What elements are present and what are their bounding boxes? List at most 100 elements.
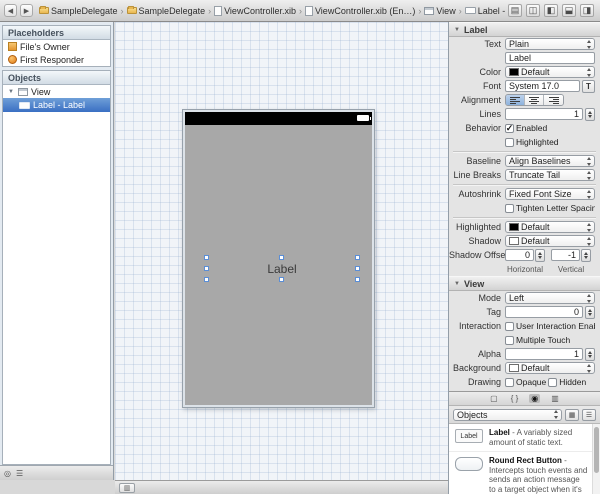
lines-field[interactable]: 1 xyxy=(505,108,583,120)
font-panel-button[interactable]: T xyxy=(582,80,595,93)
enabled-checkbox[interactable]: ✓ xyxy=(505,124,514,133)
disclosure-triangle-icon[interactable]: ▼ xyxy=(8,89,15,95)
align-left-segment[interactable] xyxy=(506,95,525,105)
device-view-window[interactable]: Label xyxy=(182,109,375,408)
library-scrollbar[interactable] xyxy=(592,424,600,494)
label-section-header[interactable]: ▼ Label xyxy=(449,22,600,37)
files-owner-icon xyxy=(8,42,17,51)
user-interaction-checkbox[interactable] xyxy=(505,322,514,331)
line-breaks-row: Line Breaks Truncate Tail xyxy=(449,168,600,182)
label-text-field[interactable]: Label xyxy=(505,52,595,64)
outline-list-icon[interactable]: ☰ xyxy=(16,469,23,478)
sidebar-item-first-responder[interactable]: First Responder xyxy=(3,53,110,66)
file-template-library-icon[interactable]: ▢ xyxy=(488,394,500,403)
shadow-color-popup[interactable]: Default xyxy=(505,235,595,247)
alpha-stepper[interactable] xyxy=(585,348,595,361)
grid-view-button[interactable]: ▦ xyxy=(565,409,579,421)
view-surface[interactable]: Label xyxy=(185,112,372,405)
outline-filter-bar: ◎ ☰ xyxy=(0,465,113,480)
alignment-row: Alignment xyxy=(449,93,600,107)
font-field[interactable]: System 17.0 xyxy=(505,80,580,92)
highlighted-color-popup[interactable]: Default xyxy=(505,221,595,233)
resize-handle[interactable] xyxy=(204,277,209,282)
design-canvas[interactable]: Label xyxy=(115,22,448,480)
resize-handle[interactable] xyxy=(355,255,360,260)
library-item-round-rect-button[interactable]: Round Rect Button - Intercepts touch eve… xyxy=(449,452,600,494)
shadow-offset-vertical-field[interactable]: -1 xyxy=(551,249,580,261)
scrollbar-thumb[interactable] xyxy=(594,427,599,473)
filter-icon[interactable]: ◎ xyxy=(4,469,11,478)
sidebar-item-view[interactable]: ▼ View xyxy=(3,85,110,98)
tag-field[interactable]: 0 xyxy=(505,306,583,318)
resize-handle[interactable] xyxy=(355,277,360,282)
divider xyxy=(453,184,596,185)
resize-handle[interactable] xyxy=(204,255,209,260)
code-snippet-library-icon[interactable]: { } xyxy=(509,394,521,403)
multiple-touch-checkbox[interactable] xyxy=(505,336,514,345)
align-right-segment[interactable] xyxy=(544,95,563,105)
resize-handle[interactable] xyxy=(355,266,360,271)
breadcrumb-project[interactable]: SampleDelegate xyxy=(39,6,118,16)
align-center-icon xyxy=(529,96,539,104)
utilities-panel: ▼ Label Text Plain Label Color Default xyxy=(448,22,600,494)
background-color-swatch xyxy=(509,364,519,372)
status-bar xyxy=(185,112,372,125)
forward-button[interactable]: ▶ xyxy=(20,4,33,17)
highlighted-color-row: Highlighted Default xyxy=(449,220,600,234)
shadow-offset-horizontal-stepper[interactable] xyxy=(535,249,545,262)
popup-arrows-icon xyxy=(586,156,593,167)
resize-handle[interactable] xyxy=(204,266,209,271)
resize-handle[interactable] xyxy=(279,277,284,282)
list-view-button[interactable]: ☰ xyxy=(582,409,596,421)
sidebar-item-label[interactable]: Label - Label xyxy=(3,98,110,112)
editor-assistant-button[interactable]: ◫ xyxy=(526,4,540,17)
editor-standard-button[interactable]: ▤ xyxy=(508,4,522,17)
highlighted-checkbox[interactable] xyxy=(505,138,514,147)
breadcrumb-separator: › xyxy=(299,6,302,16)
library-scope-popup[interactable]: Objects xyxy=(453,409,562,421)
tighten-letter-spacing-checkbox[interactable] xyxy=(505,204,514,213)
view-icon xyxy=(424,7,434,15)
utilities-toggle-button[interactable]: ◨ xyxy=(580,4,594,17)
tag-stepper[interactable] xyxy=(585,306,595,319)
breadcrumb-file-locale[interactable]: ViewController.xib (En…) xyxy=(305,6,415,16)
mode-popup[interactable]: Left xyxy=(505,292,595,304)
line-breaks-popup[interactable]: Truncate Tail xyxy=(505,169,595,181)
object-library-icon[interactable]: ◉ xyxy=(529,394,540,403)
folder-icon xyxy=(127,7,137,14)
hidden-checkbox[interactable] xyxy=(548,378,557,387)
view-section-header[interactable]: ▼ View xyxy=(449,276,600,291)
sidebar-item-files-owner[interactable]: File's Owner xyxy=(3,40,110,53)
text-style-popup[interactable]: Plain xyxy=(505,38,595,50)
background-popup[interactable]: Default xyxy=(505,362,595,374)
library-item-label[interactable]: Label Label - A variably sized amount of… xyxy=(449,424,600,452)
breadcrumb: SampleDelegate › SampleDelegate › ViewCo… xyxy=(39,6,505,16)
debug-area-toggle-button[interactable]: ⬓ xyxy=(562,4,576,17)
baseline-popup[interactable]: Align Baselines xyxy=(505,155,595,167)
breadcrumb-label[interactable]: Label - Label xyxy=(465,6,505,16)
breadcrumb-file[interactable]: ViewController.xib xyxy=(214,6,296,16)
popup-arrows-icon xyxy=(586,39,593,50)
popup-arrows-icon xyxy=(586,189,593,200)
resize-handle[interactable] xyxy=(279,255,284,260)
color-popup[interactable]: Default xyxy=(505,66,595,78)
jump-bar: ◀ ▶ SampleDelegate › SampleDelegate › Vi… xyxy=(0,0,600,22)
background-row: Background Default xyxy=(449,361,600,375)
autoshrink-popup[interactable]: Fixed Font Size xyxy=(505,188,595,200)
media-library-icon[interactable]: ▥ xyxy=(549,394,561,403)
popup-arrows-icon xyxy=(586,236,593,247)
objects-header: Objects xyxy=(3,71,110,85)
alpha-field[interactable]: 1 xyxy=(505,348,583,360)
selected-label[interactable]: Label xyxy=(207,258,357,279)
outline-toggle-button[interactable]: ▥ xyxy=(119,483,135,493)
breadcrumb-group[interactable]: SampleDelegate xyxy=(127,6,206,16)
breadcrumb-view[interactable]: View xyxy=(424,6,455,16)
lines-stepper[interactable] xyxy=(585,108,595,121)
align-center-segment[interactable] xyxy=(525,95,544,105)
shadow-offset-vertical-stepper[interactable] xyxy=(581,249,591,262)
shadow-offset-horizontal-field[interactable]: 0 xyxy=(505,249,534,261)
library-controls: Objects ▦ ☰ xyxy=(449,406,600,424)
opaque-checkbox[interactable] xyxy=(505,378,514,387)
back-button[interactable]: ◀ xyxy=(4,4,17,17)
navigator-toggle-button[interactable]: ◧ xyxy=(544,4,558,17)
